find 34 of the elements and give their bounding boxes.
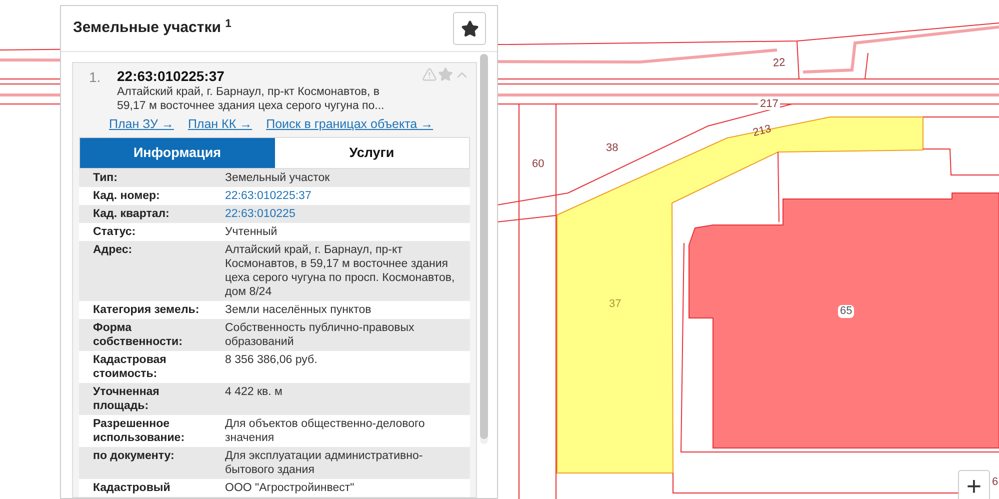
cadastral-number: 22:63:010225:37 [117, 67, 226, 85]
row-label: Кадастровый [93, 480, 172, 495]
row-value: Земли населённых пунктов [225, 302, 372, 317]
row-value: 8 356 386,06 руб. [225, 352, 318, 368]
row-label: Кад. квартал: [93, 206, 170, 221]
row-label: Адрес: [93, 242, 134, 258]
parcel-number: 37 [609, 299, 622, 310]
row-label: Уточненная площадь: [93, 384, 160, 413]
parcel-number: 22 [772, 58, 786, 70]
row-label: Кадастровая стоимость: [93, 352, 168, 381]
row-value: ООО "Агростройинвест" [225, 480, 356, 495]
row-value: Алтайский край, г. Барнаул, пр-кт Космонавтов, в 59,17 м восточнее здания цеха серого чугуна по просп. Космонавтов, дом 8/24 [225, 242, 456, 299]
row-value: Земельный участок [225, 170, 331, 185]
row-label: Тип: [93, 170, 118, 185]
parcel-number: 213 [752, 124, 772, 140]
row-value: Для объектов общественно-делового значения [225, 416, 426, 445]
row-label: Кад. номер: [93, 188, 161, 203]
row-value: 4 422 кв. м [225, 384, 284, 400]
panel-title: Земельные участки $^{1}$ [73, 17, 232, 38]
result-address: Алтайский край, г. Барнаул, пр-кт Космонавтов, в 59,17 м восточнее здания цеха серого чугуна по... [117, 85, 386, 113]
parcel-number: 38 [606, 143, 618, 154]
row-label: Категория земель: [93, 302, 200, 317]
row-value: Для эксплуатации административно-бытового здания [225, 448, 424, 477]
row-label: по документу: [93, 448, 176, 464]
parcel-number: 6 [992, 477, 998, 488]
parcel-number: 60 [532, 159, 544, 170]
result-index: 1. [89, 68, 102, 87]
road-number: 217 [758, 99, 780, 110]
row-label: Разрешенное использование: [93, 416, 186, 445]
row-label: Статус: [93, 224, 137, 239]
row-value: Собственность публично-правовых образований [225, 320, 416, 349]
parcel-number: 65 [838, 305, 854, 318]
row-label: Форма собственности: [93, 320, 184, 349]
row-value: Учтенный [225, 224, 278, 239]
